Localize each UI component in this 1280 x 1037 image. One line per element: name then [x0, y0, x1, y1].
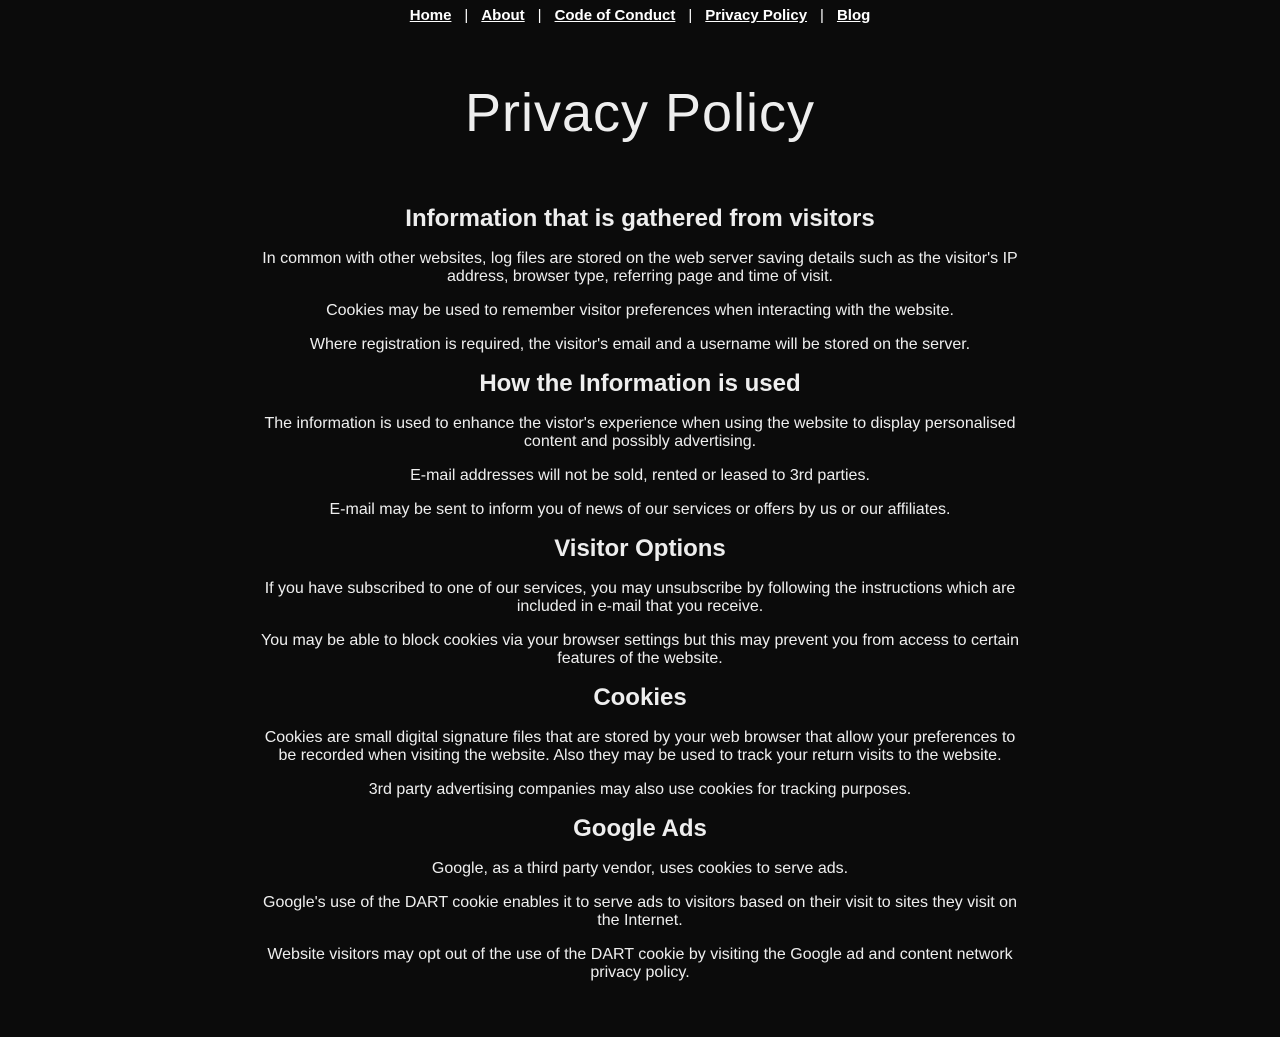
- nav-link-home[interactable]: Home: [410, 7, 452, 24]
- section-paragraph: If you have subscribed to one of our ser…: [264, 580, 1016, 615]
- nav-separator: |: [688, 7, 693, 24]
- section-heading-visitor-options: Visitor Options: [554, 535, 726, 562]
- nav-link-about[interactable]: About: [481, 7, 524, 24]
- section-paragraph: You may be able to block cookies via you…: [261, 632, 1019, 667]
- section-paragraph: Cookies may be used to remember visitor …: [326, 302, 954, 319]
- nav-link-code-of-conduct[interactable]: Code of Conduct: [555, 7, 676, 24]
- section-paragraph: In common with other websites, log files…: [262, 250, 1018, 285]
- nav-separator: |: [464, 7, 469, 24]
- nav-link-privacy-policy[interactable]: Privacy Policy: [705, 7, 807, 24]
- section-heading-information-used: How the Information is used: [479, 370, 801, 397]
- nav-separator: |: [820, 7, 824, 24]
- nav-link-blog[interactable]: Blog: [837, 7, 870, 24]
- section-paragraph: 3rd party advertising companies may also…: [368, 781, 912, 798]
- nav-separator: |: [537, 7, 542, 24]
- page-title: Privacy Policy: [464, 83, 816, 143]
- policy-content: Information that is gathered from visito…: [260, 205, 1020, 998]
- section-paragraph: The information is used to enhance the v…: [264, 415, 1016, 450]
- section-heading-information-gathered: Information that is gathered from visito…: [405, 205, 875, 232]
- section-paragraph: Google's use of the DART cookie enables …: [263, 894, 1017, 929]
- section-paragraph: Website visitors may opt out of the use …: [267, 946, 1013, 981]
- section-paragraph: E-mail addresses will not be sold, rente…: [410, 467, 870, 484]
- section-paragraph: Cookies are small digital signature file…: [264, 729, 1016, 764]
- section-heading-google-ads: Google Ads: [573, 815, 707, 842]
- section-heading-cookies: Cookies: [593, 684, 687, 711]
- section-paragraph: Google, as a third party vendor, uses co…: [431, 860, 849, 877]
- top-nav: Home | About | Code of Conduct | Privacy Polic…: [0, 0, 1280, 25]
- section-paragraph: E-mail may be sent to inform you of news…: [329, 501, 951, 518]
- section-paragraph: Where registration is required, the visi…: [309, 336, 971, 353]
